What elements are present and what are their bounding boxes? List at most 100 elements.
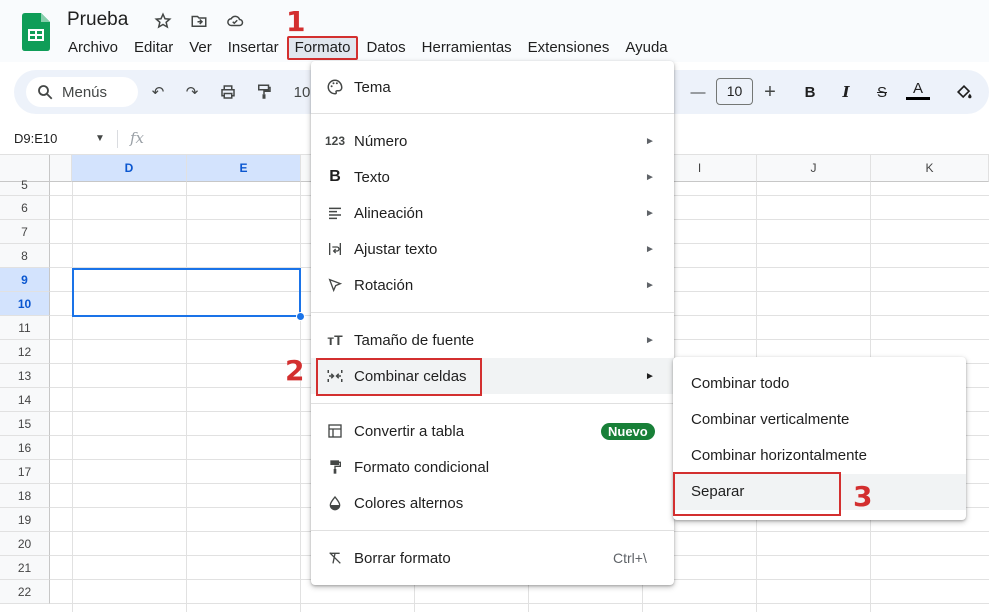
column-header-d[interactable]: D <box>72 155 187 182</box>
menu-search[interactable]: Menús <box>26 77 138 107</box>
submenu-arrow-icon: ► <box>645 243 655 255</box>
row-header-13[interactable]: 13 <box>0 364 50 388</box>
row-header-5[interactable]: 5 <box>0 179 50 196</box>
menu-item-ajustar-texto[interactable]: Ajustar texto ► <box>311 231 674 267</box>
redo-icon[interactable]: ↷ <box>180 80 204 104</box>
menu-item-label: Alineación <box>354 204 424 222</box>
submenu-combinar-verticalmente[interactable]: Combinar verticalmente <box>673 402 966 438</box>
row-header-16[interactable]: 16 <box>0 436 50 460</box>
italic-icon[interactable]: I <box>834 80 858 104</box>
palette-icon <box>325 77 345 97</box>
menu-item-alineacion[interactable]: Alineación ► <box>311 195 674 231</box>
name-box[interactable]: D9:E10 <box>14 131 57 146</box>
menu-item-tamano-fuente[interactable]: тT Tamaño de fuente ► <box>311 322 674 358</box>
font-size-icon: тT <box>327 332 343 348</box>
row-header-14[interactable]: 14 <box>0 388 50 412</box>
menu-item-label: Tema <box>354 78 391 96</box>
row-header-12[interactable]: 12 <box>0 340 50 364</box>
document-title[interactable]: Prueba <box>67 9 128 31</box>
menu-formato[interactable]: Formato <box>286 36 359 60</box>
submenu-arrow-icon: ► <box>645 171 655 183</box>
print-icon[interactable] <box>216 80 240 104</box>
menu-ayuda[interactable]: Ayuda <box>617 36 675 60</box>
menu-divider <box>311 113 674 114</box>
fx-icon: fx <box>130 129 145 147</box>
menu-item-convertir-tabla[interactable]: Convertir a tabla Nuevo <box>311 413 674 449</box>
menu-item-label: Formato condicional <box>354 458 490 476</box>
row-header-10[interactable]: 10 <box>0 292 50 316</box>
menu-divider <box>311 312 674 313</box>
fill-handle[interactable] <box>296 312 305 321</box>
menu-item-borrar-formato[interactable]: Borrar formato Ctrl+\ <box>311 540 674 576</box>
paint-format-icon[interactable] <box>252 80 276 104</box>
undo-icon[interactable]: ↶ <box>146 80 170 104</box>
row-header-11[interactable]: 11 <box>0 316 50 340</box>
name-box-dropdown-icon[interactable]: ▼ <box>95 133 105 144</box>
fill-color-icon[interactable] <box>952 80 976 104</box>
menu-datos[interactable]: Datos <box>358 36 413 60</box>
star-icon[interactable] <box>152 11 174 31</box>
strikethrough-icon[interactable]: S <box>870 80 894 104</box>
menu-item-formato-condicional[interactable]: Formato condicional <box>311 449 674 485</box>
new-badge: Nuevo <box>601 422 655 440</box>
menu-item-numero[interactable]: 123 Número ► <box>311 123 674 159</box>
menu-herramientas[interactable]: Herramientas <box>414 36 520 60</box>
increase-font-icon[interactable]: + <box>758 80 782 104</box>
row-header-21[interactable]: 21 <box>0 556 50 580</box>
menu-item-colores-alternos[interactable]: Colores alternos <box>311 485 674 521</box>
row-header-18[interactable]: 18 <box>0 484 50 508</box>
move-folder-icon[interactable] <box>188 11 210 31</box>
menu-ver[interactable]: Ver <box>181 36 220 60</box>
gridline <box>300 182 301 612</box>
gridline <box>186 182 187 612</box>
menu-item-label: Colores alternos <box>354 494 464 512</box>
row-header-6[interactable]: 6 <box>0 196 50 220</box>
submenu-combinar-horizontalmente[interactable]: Combinar horizontalmente <box>673 438 966 474</box>
menu-editar[interactable]: Editar <box>126 36 181 60</box>
column-header-k[interactable]: K <box>871 155 989 182</box>
row-header-19[interactable]: 19 <box>0 508 50 532</box>
drop-icon <box>325 493 345 513</box>
menu-item-label: Rotación <box>354 276 414 294</box>
gridline <box>50 603 989 604</box>
menu-archivo[interactable]: Archivo <box>60 36 126 60</box>
step-3-label: 3 <box>853 480 873 513</box>
step-1-label: 1 <box>286 5 306 38</box>
format-menu: Tema 123 Número ► B Texto ► Alineación ►… <box>311 61 674 585</box>
menu-extensiones[interactable]: Extensiones <box>520 36 618 60</box>
cell-selection-d9-e10[interactable] <box>72 268 301 317</box>
menu-item-label: Borrar formato <box>354 549 451 567</box>
table-icon <box>325 421 345 441</box>
column-header-c[interactable] <box>50 155 72 182</box>
row-header-22[interactable]: 22 <box>0 580 50 604</box>
menu-item-tema[interactable]: Tema <box>311 69 674 105</box>
menu-item-texto[interactable]: B Texto ► <box>311 159 674 195</box>
row-header-9[interactable]: 9 <box>0 268 50 292</box>
menu-item-label: Ajustar texto <box>354 240 438 258</box>
bold-icon: B <box>329 168 341 185</box>
search-icon <box>38 85 53 100</box>
menu-insertar[interactable]: Insertar <box>220 36 287 60</box>
row-header-17[interactable]: 17 <box>0 460 50 484</box>
decrease-font-icon[interactable]: — <box>686 80 710 104</box>
step-2-label: 2 <box>285 354 305 387</box>
row-header-7[interactable]: 7 <box>0 220 50 244</box>
submenu-combinar-todo[interactable]: Combinar todo <box>673 366 966 402</box>
row-header-15[interactable]: 15 <box>0 412 50 436</box>
font-size-input[interactable]: 10 <box>716 78 753 105</box>
row-header-20[interactable]: 20 <box>0 532 50 556</box>
wrap-icon <box>325 239 345 259</box>
menu-item-rotacion[interactable]: Rotación ► <box>311 267 674 303</box>
column-header-e[interactable]: E <box>187 155 301 182</box>
zoom-select[interactable]: 10 <box>292 80 312 104</box>
annotation-box-separar <box>673 472 841 516</box>
gridline <box>72 182 73 612</box>
column-header-j[interactable]: J <box>757 155 871 182</box>
align-icon <box>325 203 345 223</box>
row-header-8[interactable]: 8 <box>0 244 50 268</box>
sheets-logo-icon[interactable] <box>22 13 50 51</box>
text-color-icon[interactable]: A <box>906 80 930 100</box>
cloud-status-icon[interactable] <box>224 11 246 31</box>
menu-divider <box>311 530 674 531</box>
bold-icon[interactable]: B <box>798 80 822 104</box>
